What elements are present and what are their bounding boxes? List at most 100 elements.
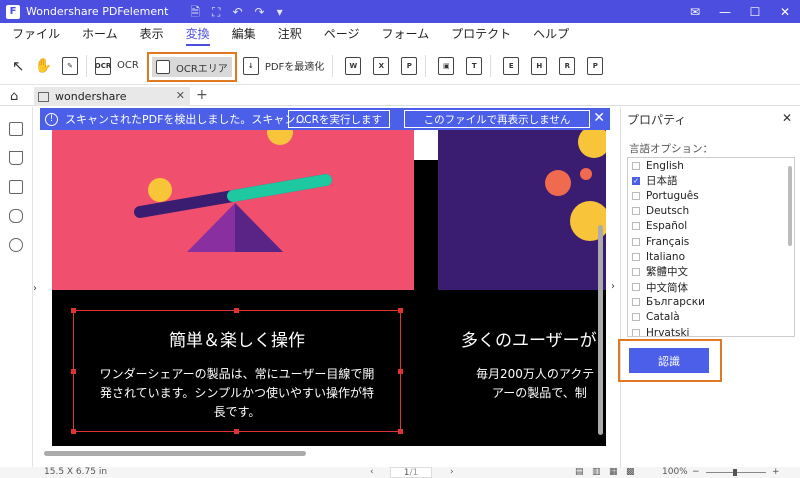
checkbox[interactable]: [632, 222, 640, 231]
banner-message: スキャンされたPDFを検出しました。スキャン...: [65, 113, 306, 126]
two-page-icon[interactable]: ▦: [609, 467, 618, 477]
two-continuous-icon[interactable]: ▩: [626, 467, 635, 477]
checkbox[interactable]: [632, 237, 640, 246]
to-html-icon[interactable]: H: [531, 56, 548, 75]
language-option[interactable]: Português: [628, 188, 794, 203]
language-option[interactable]: Deutsch: [628, 204, 794, 219]
panel-close-icon[interactable]: ✕: [782, 111, 792, 125]
document-canvas[interactable]: 簡単＆楽しく操作 ワンダーシェアーの製品は、常にユーザー目線で開 発されています…: [40, 130, 606, 446]
bookmark-icon[interactable]: [9, 151, 23, 165]
language-option[interactable]: Español: [628, 219, 794, 234]
checkbox[interactable]: [632, 161, 640, 170]
ocr-icon: OCR: [95, 56, 111, 75]
checkbox[interactable]: [632, 328, 640, 336]
thumbnail-icon[interactable]: [9, 122, 23, 136]
optimize-icon: ↓: [242, 56, 259, 75]
menu-convert[interactable]: 変換: [185, 23, 210, 46]
expand-left-icon[interactable]: ›: [33, 283, 37, 294]
language-option[interactable]: 中文简体: [628, 280, 794, 295]
to-pdfa-icon[interactable]: P: [587, 56, 604, 75]
checkbox[interactable]: [632, 298, 640, 307]
select-icon[interactable]: ↖: [12, 57, 25, 75]
app-logo: F: [6, 4, 20, 19]
page-number-field[interactable]: 1/1: [390, 467, 432, 478]
close-button[interactable]: ✕: [770, 5, 800, 19]
checkbox[interactable]: [632, 252, 640, 261]
zoom-out-icon[interactable]: −: [692, 467, 700, 477]
language-option[interactable]: Italiano: [628, 249, 794, 264]
maximize-button[interactable]: ☐: [740, 5, 770, 19]
menu-annotate[interactable]: 注釈: [278, 23, 302, 46]
new-tab-icon[interactable]: +: [196, 87, 208, 103]
zoom-level[interactable]: 100%: [662, 467, 688, 477]
language-list-scrollbar[interactable]: [788, 166, 792, 246]
hand-icon[interactable]: ✋: [35, 58, 52, 74]
banner-close-icon[interactable]: ✕: [593, 110, 605, 126]
search-icon[interactable]: [9, 238, 23, 252]
menu-home[interactable]: ホーム: [82, 23, 118, 46]
language-option[interactable]: 繁體中文: [628, 264, 794, 279]
redo-icon[interactable]: ↷: [255, 6, 265, 18]
language-option[interactable]: Български: [628, 295, 794, 310]
menu-page[interactable]: ページ: [324, 23, 360, 46]
checkbox[interactable]: [632, 267, 640, 276]
attachment-icon[interactable]: [9, 209, 23, 223]
undo-icon[interactable]: ↶: [232, 6, 242, 18]
language-option[interactable]: Català: [628, 310, 794, 325]
minimize-button[interactable]: —: [710, 5, 740, 19]
slide-body-2: 毎月200万人のアクテ アーの製品で、制: [476, 367, 595, 400]
single-page-icon[interactable]: ▤: [575, 467, 584, 477]
menu-form[interactable]: フォーム: [381, 23, 429, 46]
mail-icon[interactable]: ✉: [680, 5, 710, 19]
menu-view[interactable]: 表示: [140, 23, 164, 46]
document-icon: [38, 91, 49, 102]
comment-icon[interactable]: [9, 180, 23, 194]
menu-help[interactable]: ヘルプ: [533, 23, 569, 46]
language-options-label: 言語オプション：: [629, 143, 713, 155]
recognize-button[interactable]: 認識: [629, 348, 709, 373]
horizontal-scrollbar[interactable]: [44, 451, 306, 456]
language-option[interactable]: Français: [628, 234, 794, 249]
checkbox[interactable]: ✓: [632, 176, 640, 185]
to-rtf-icon[interactable]: R: [559, 56, 576, 75]
document-tab[interactable]: wondershare ✕: [34, 87, 190, 106]
edit-icon[interactable]: ✎: [62, 56, 79, 75]
properties-panel: プロパティ ✕ 言語オプション： English ✓ 日本語 Português …: [620, 107, 800, 467]
prev-page-icon[interactable]: ‹: [370, 467, 374, 477]
to-text-icon[interactable]: T: [466, 56, 483, 75]
menu-protect[interactable]: プロテクト: [451, 23, 511, 46]
ocr-area-button[interactable]: OCRエリア: [152, 57, 232, 77]
menu-file[interactable]: ファイル: [12, 23, 60, 46]
to-word-icon[interactable]: W: [345, 56, 362, 75]
next-page-icon[interactable]: ›: [450, 467, 454, 477]
language-option[interactable]: Hrvatski: [628, 325, 794, 336]
menu-edit[interactable]: 編集: [232, 23, 256, 46]
language-option[interactable]: English: [628, 158, 794, 173]
save-icon[interactable]: 🗎: [190, 6, 200, 18]
scan-detected-banner: ! スキャンされたPDFを検出しました。スキャン... OCRを実行します この…: [40, 108, 610, 130]
slide-heading-2: 多くのユーザーが: [461, 331, 597, 351]
to-image-icon[interactable]: ▣: [438, 56, 455, 75]
to-epub-icon[interactable]: E: [503, 56, 520, 75]
close-tab-icon[interactable]: ✕: [176, 89, 185, 102]
to-powerpoint-icon[interactable]: P: [401, 56, 418, 75]
home-icon[interactable]: ⌂: [10, 89, 18, 104]
fit-icon[interactable]: ⛶: [212, 6, 220, 18]
run-ocr-button[interactable]: OCRを実行します: [288, 110, 390, 128]
language-option[interactable]: ✓ 日本語: [628, 173, 794, 188]
checkbox[interactable]: [632, 283, 640, 292]
zoom-slider-handle[interactable]: [733, 469, 737, 476]
continuous-icon[interactable]: ▥: [592, 467, 601, 477]
dropdown-icon[interactable]: ▾: [277, 6, 283, 18]
to-excel-icon[interactable]: X: [373, 56, 390, 75]
checkbox[interactable]: [632, 207, 640, 216]
zoom-in-icon[interactable]: +: [772, 467, 780, 477]
vertical-scrollbar[interactable]: [598, 225, 603, 435]
checkbox[interactable]: [632, 313, 640, 322]
recognize-highlight: 認識: [618, 339, 722, 382]
checkbox[interactable]: [632, 191, 640, 200]
dont-show-again-button[interactable]: このファイルで再表示しません: [404, 110, 590, 128]
optimize-pdf-button[interactable]: ↓ PDFを最適化: [242, 56, 324, 75]
ocr-button[interactable]: OCR OCR: [95, 56, 139, 75]
expand-right-icon[interactable]: ›: [611, 281, 615, 292]
